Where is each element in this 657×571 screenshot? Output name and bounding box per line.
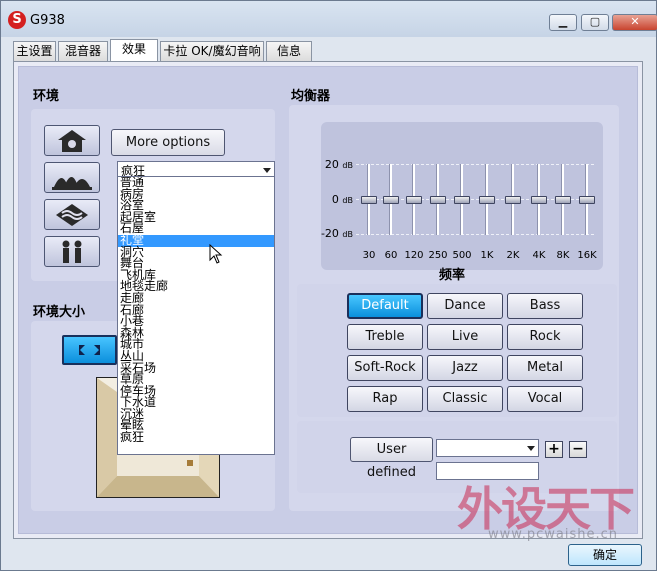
eq-slider-knob[interactable] <box>479 195 495 204</box>
eq-slider-knob[interactable] <box>555 195 571 204</box>
cursor-icon <box>209 244 223 264</box>
minimize-button[interactable]: ▁ <box>549 14 577 31</box>
preset-button-classic[interactable]: Classic <box>427 386 503 412</box>
opera-house-icon[interactable] <box>44 162 100 193</box>
preset-button-jazz[interactable]: Jazz <box>427 355 503 381</box>
preset-button-rock[interactable]: Rock <box>507 324 583 350</box>
watermark-url: www.pcwaishe.cn <box>488 527 618 542</box>
tab-effects[interactable]: 效果 <box>110 39 158 61</box>
eq-slider-knob[interactable] <box>454 195 470 204</box>
db-label-top-unit: dB <box>342 161 353 170</box>
close-button[interactable]: ✕ <box>612 14 657 31</box>
preset-button-bass[interactable]: Bass <box>507 293 583 319</box>
app-logo: S <box>8 11 26 29</box>
db-label-top: 20 dB <box>317 158 353 171</box>
preset-button-default[interactable]: Default <box>347 293 423 319</box>
environment-option[interactable]: 疯狂 <box>118 431 274 444</box>
db-label-bottom: -20 dB <box>317 227 353 240</box>
preset-button-treble[interactable]: Treble <box>347 324 423 350</box>
add-preset-button[interactable]: + <box>545 441 563 458</box>
db-label-bottom-value: -20 <box>320 227 339 240</box>
app-window: S G938 ▁ ▢ ✕ 主设置 混音器 效果 卡拉 OK/魔幻音响 信息 环境… <box>0 0 657 571</box>
preset-button-vocal[interactable]: Vocal <box>507 386 583 412</box>
tab-main-settings[interactable]: 主设置 <box>13 41 56 61</box>
environment-size-heading: 环境大小 <box>33 305 86 320</box>
environment-options-list[interactable]: 普通 病房 浴室 起居室 石屋 礼堂 洞穴 舞台 飞机库 地毯走廊 走廊 石廊 小巷 森林 城市 丛山 采石场草… <box>117 176 275 455</box>
environment-heading: 环境 <box>33 89 60 104</box>
user-preset-select[interactable] <box>436 439 539 457</box>
eq-frequency-label: 16K <box>577 250 597 261</box>
user-defined-button[interactable]: User defined <box>350 437 433 480</box>
preset-button-soft-rock[interactable]: Soft-Rock <box>347 355 423 381</box>
eq-slider-knob[interactable] <box>383 195 399 204</box>
underwater-icon[interactable] <box>44 199 100 230</box>
preset-button-live[interactable]: Live <box>427 324 503 350</box>
window-title: G938 <box>30 13 65 28</box>
eq-slider-knob[interactable] <box>579 195 595 204</box>
tab-mixer[interactable]: 混音器 <box>58 41 108 61</box>
db-label-mid-unit: dB <box>342 196 353 205</box>
people-icon[interactable] <box>44 236 100 267</box>
preset-button-dance[interactable]: Dance <box>427 293 503 319</box>
maximize-button[interactable]: ▢ <box>581 14 609 31</box>
db-label-mid: 0 dB <box>317 193 353 206</box>
expand-arrows-icon[interactable] <box>62 335 117 365</box>
eq-slider-knob[interactable] <box>406 195 422 204</box>
title-bar: S G938 ▁ ▢ ✕ <box>1 1 657 37</box>
db-label-mid-value: 0 <box>331 193 339 206</box>
db-label-bottom-unit: dB <box>342 230 353 239</box>
house-icon[interactable] <box>44 125 100 156</box>
tab-karaoke[interactable]: 卡拉 OK/魔幻音响 <box>160 41 264 61</box>
preset-button-rap[interactable]: Rap <box>347 386 423 412</box>
remove-preset-button[interactable]: − <box>569 441 587 458</box>
eq-slider-knob[interactable] <box>505 195 521 204</box>
eq-slider-knob[interactable] <box>531 195 547 204</box>
preset-button-metal[interactable]: Metal <box>507 355 583 381</box>
eq-slider-knob[interactable] <box>430 195 446 204</box>
ok-button[interactable]: 确定 <box>568 544 642 566</box>
tab-info[interactable]: 信息 <box>266 41 312 61</box>
chevron-down-icon <box>263 168 271 173</box>
chevron-down-icon <box>527 446 535 451</box>
db-label-top-value: 20 <box>324 158 339 171</box>
more-options-button[interactable]: More options <box>111 129 225 156</box>
frequency-axis-label: 频率 <box>439 268 466 283</box>
eq-slider-knob[interactable] <box>361 195 377 204</box>
equalizer-heading: 均衡器 <box>291 89 331 104</box>
